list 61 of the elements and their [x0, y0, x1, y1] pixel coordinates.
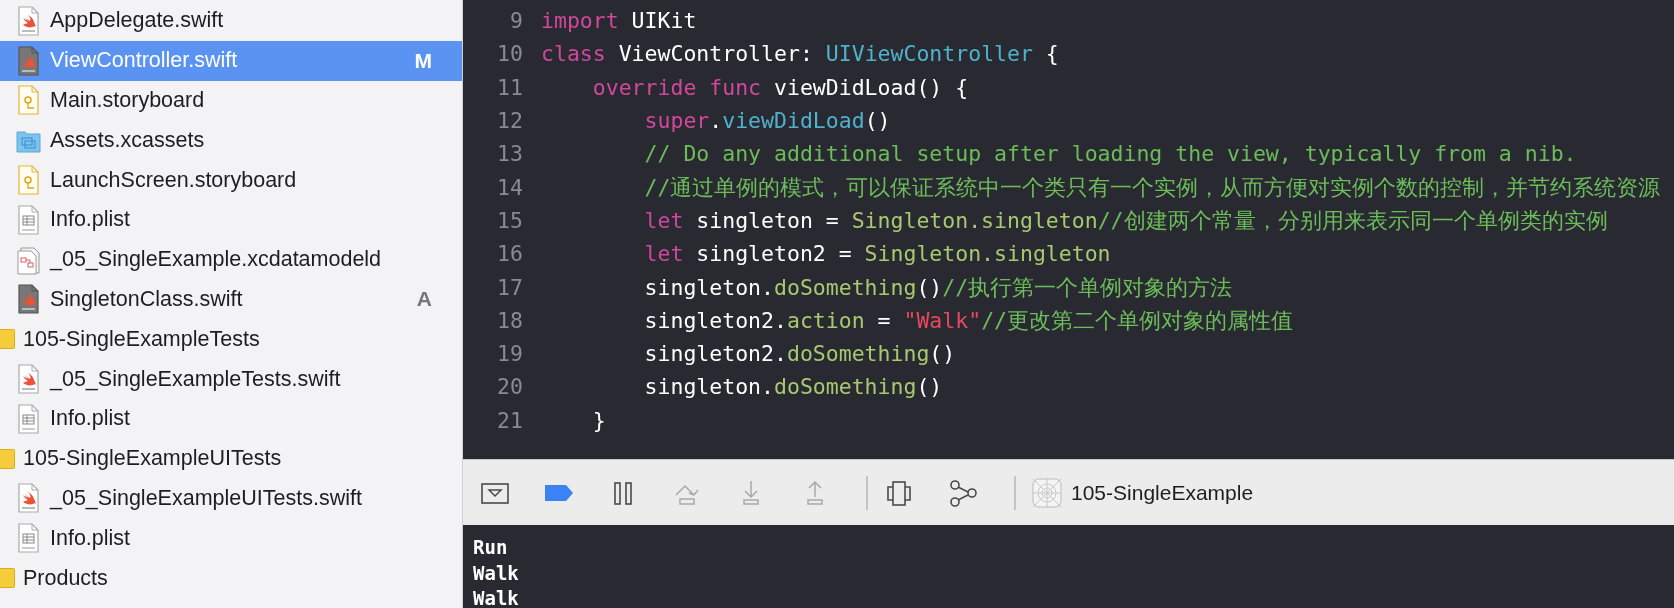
file-item[interactable]: Info.plist [0, 398, 462, 439]
code-line: class ViewController: UIViewController { [541, 41, 1059, 67]
line-number: 16 [496, 241, 523, 267]
code-line: // Do any additional setup after loading the view, typically from a nib. [643, 141, 1577, 167]
code-line: override func viewDidLoad() { [591, 74, 969, 100]
plist-file-icon [16, 523, 41, 554]
line-number: 21 [496, 407, 523, 433]
code-line: singleton2.action = "Walk"//更改第二个单例对象的属性值 [643, 306, 1294, 335]
file-item[interactable]: _05_SingleExampleUITests.swift [0, 478, 462, 519]
plist-file-icon [16, 403, 41, 434]
line-number: 17 [496, 274, 523, 300]
folder-icon [0, 448, 15, 469]
code-line: let singleton2 = Singleton.singleton [643, 241, 1111, 267]
folder-icon [0, 329, 15, 350]
file-item[interactable]: Main.storyboard [0, 80, 462, 121]
line-number: 12 [496, 108, 523, 134]
code-line: let singleton = Singleton.singleton//创建两个常量，分别用来表示同一个单例类的实例 [643, 206, 1608, 235]
storyboard-file-icon [16, 165, 41, 196]
line-number: 18 [496, 307, 523, 333]
group-item[interactable]: 105-SingleExampleTests [0, 319, 462, 360]
code-line: singleton.doSomething()//执行第一个单例对象的方法 [643, 273, 1233, 302]
swift-file-icon [16, 483, 41, 514]
swift-file-icon [16, 5, 41, 36]
console-output: Run [473, 536, 508, 558]
swift-file-icon [16, 284, 41, 315]
source-control-status: A [416, 287, 432, 312]
code-line: super.viewDidLoad() [643, 108, 891, 134]
folder-icon [0, 568, 15, 589]
line-number: 10 [496, 41, 523, 67]
file-item[interactable]: SingletonClass.swift A [0, 279, 462, 320]
scheme-name[interactable]: 105-SingleExample [1071, 480, 1254, 505]
line-number: 13 [496, 141, 523, 167]
console-output: Walk [473, 561, 519, 584]
file-item[interactable]: _05_SingleExample.xcdatamodeld [0, 239, 462, 280]
data-model-icon [16, 244, 41, 275]
line-number: 11 [496, 74, 523, 100]
memory-graph-icon[interactable] [948, 477, 978, 508]
file-item[interactable]: Info.plist [0, 200, 462, 240]
code-line: import UIKit [541, 8, 697, 34]
code-line: } [591, 407, 606, 433]
line-number: 20 [496, 374, 523, 400]
file-item[interactable]: Assets.xcassets [0, 120, 462, 161]
code-line: //通过单例的模式，可以保证系统中一个类只有一个实例，从而方便对实例个数的控制，并节约系统资源 [643, 173, 1661, 202]
swift-file-icon [16, 364, 41, 395]
line-number: 14 [496, 174, 523, 200]
code-line: singleton2.doSomething() [643, 341, 956, 367]
swift-file-icon [16, 45, 41, 76]
group-item[interactable]: Products [0, 558, 462, 598]
file-item[interactable]: Info.plist [0, 518, 462, 559]
group-item[interactable]: 105-SingleExampleUITests [0, 438, 462, 479]
line-number: 15 [496, 207, 523, 233]
line-number: 19 [496, 341, 523, 367]
code-line: singleton.doSomething() [643, 374, 943, 400]
console-output: Walk [473, 587, 519, 608]
line-number: 9 [509, 8, 523, 34]
file-item[interactable]: AppDelegate.swift [0, 1, 462, 41]
file-item[interactable]: _05_SingleExampleTests.swift [0, 359, 462, 399]
source-control-status: M [414, 48, 432, 73]
plist-file-icon [16, 204, 41, 235]
file-item[interactable]: LaunchScreen.storyboard [0, 160, 462, 200]
storyboard-file-icon [16, 85, 41, 116]
